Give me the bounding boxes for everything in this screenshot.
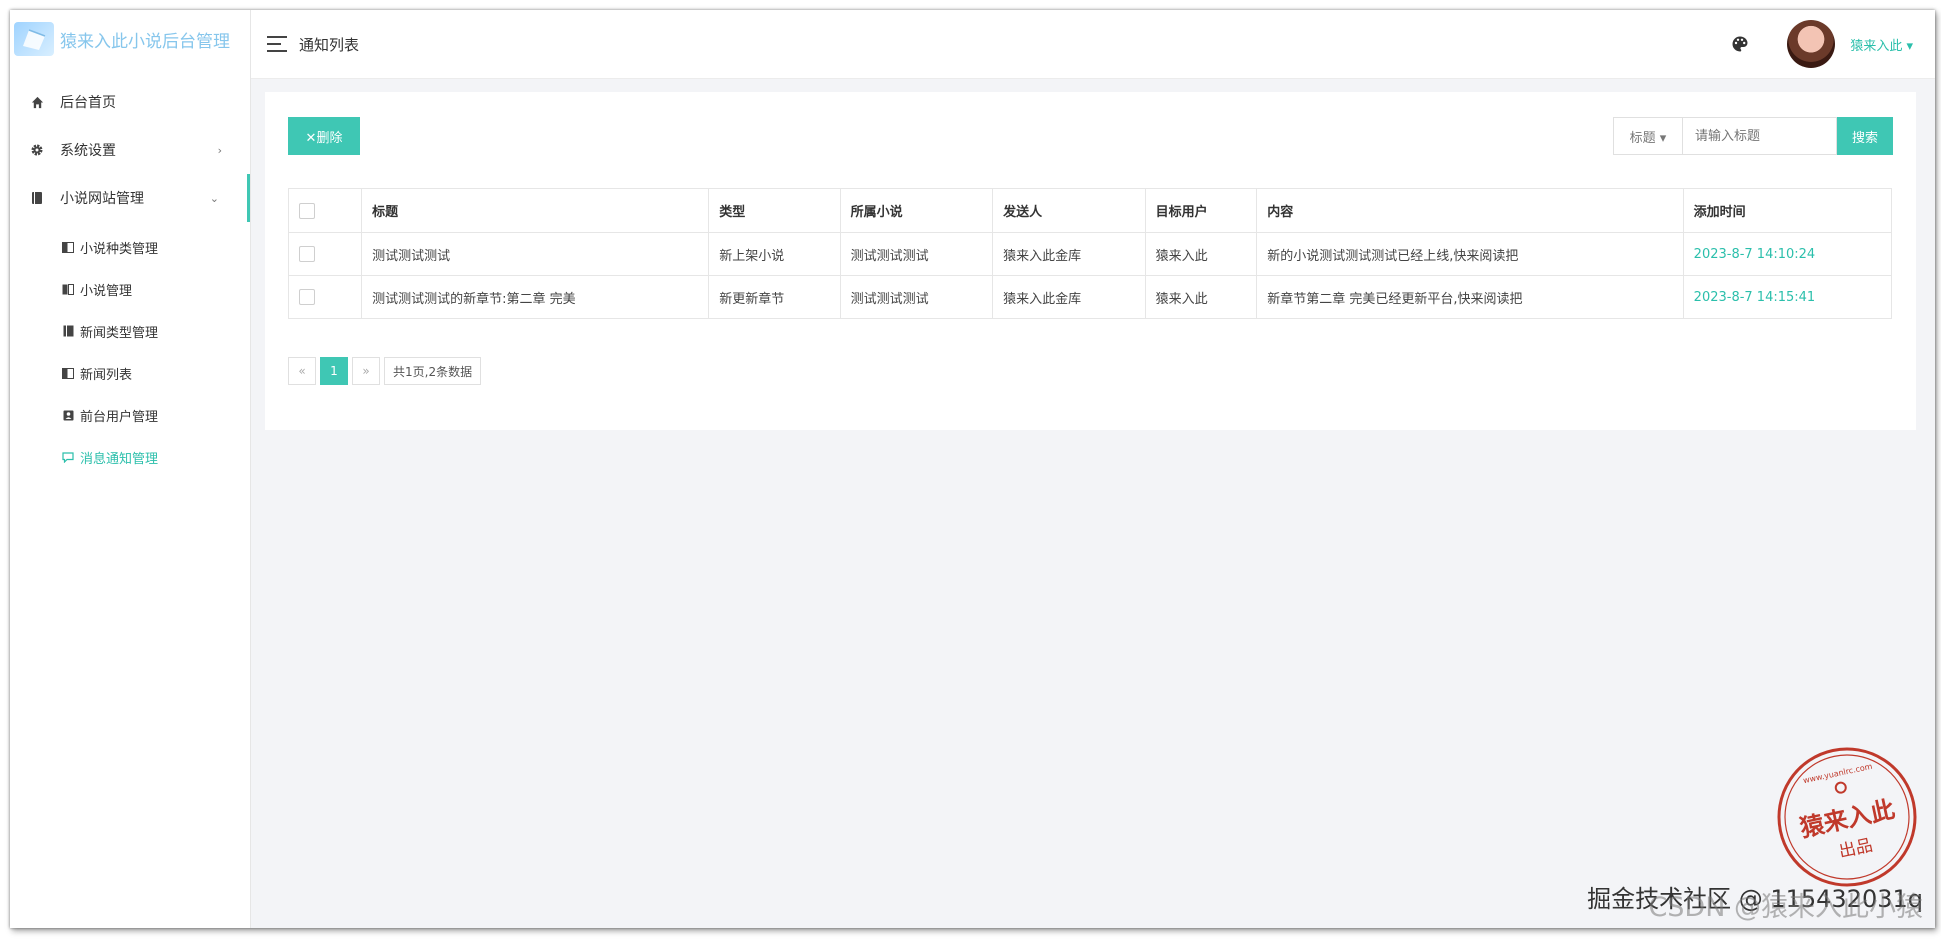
column-header: 类型 (708, 188, 841, 233)
column-header: 发送人 (992, 188, 1146, 233)
row-checkbox[interactable] (299, 289, 315, 305)
brand-stamp: www.yuanlrc.com 猿来入此 出品 (1777, 747, 1917, 887)
sidebar-item-label: 新闻类型管理 (80, 325, 159, 341)
prev-page-button[interactable]: « (288, 357, 316, 385)
sidebar-item-front-users[interactable]: 前台用户管理 (10, 394, 250, 436)
cell-time: 2023-8-7 14:15:41 (1682, 275, 1893, 319)
message-icon (62, 451, 74, 463)
row-checkbox[interactable] (299, 246, 315, 262)
cell-sender: 猿来入此金库 (992, 232, 1146, 276)
sidebar-item-label: 小说管理 (80, 283, 133, 299)
page-title: 通知列表 (299, 36, 360, 54)
sidebar-item-label: 小说网站管理 (60, 191, 144, 207)
column-header: 目标用户 (1144, 188, 1258, 233)
search-field-select[interactable]: 标题 ▾ (1613, 117, 1683, 155)
menu-toggle-icon[interactable] (267, 36, 287, 52)
category-icon (62, 241, 74, 253)
table-row[interactable]: 测试测试测试的新章节:第二章 完美 新更新章节 测试测试测试 猿来入此金库 猿来… (287, 275, 1893, 319)
sidebar-item-label: 消息通知管理 (80, 451, 159, 467)
select-all-checkbox[interactable] (299, 202, 315, 219)
column-header: 所属小说 (839, 188, 994, 233)
watermark-line-2: CSDN @猿来入此小猿 (1648, 892, 1923, 923)
search-group: 标题 ▾ 搜索 (1613, 117, 1893, 155)
sidebar-item-label: 前台用户管理 (80, 409, 159, 425)
logo-icon (14, 22, 54, 56)
cell-type: 新更新章节 (708, 275, 841, 319)
column-header: 添加时间 (1682, 188, 1893, 233)
sidebar-item-label: 小说种类管理 (80, 241, 159, 257)
novel-icon (62, 283, 74, 295)
home-icon (30, 95, 44, 109)
sidebar-item-notifications[interactable]: 消息通知管理 (10, 436, 250, 478)
cell-content: 新章节第二章 完美已经更新平台,快来阅读把 (1256, 275, 1684, 319)
row-select-cell (287, 232, 363, 276)
sidebar: 猿来入此小说后台管理 后台首页 系统设置 › 小说网站管理 ⌄ 小说种类管理 小… (10, 10, 251, 928)
cell-time: 2023-8-7 14:10:24 (1682, 232, 1893, 276)
row-select-cell (287, 275, 363, 319)
sidebar-item-label: 新闻列表 (80, 367, 133, 383)
sidebar-item-news-type[interactable]: 新闻类型管理 (10, 310, 250, 352)
sidebar-item-news-list[interactable]: 新闻列表 (10, 352, 250, 394)
notification-table: 标题 类型 所属小说 发送人 目标用户 内容 添加时间 测试测试测试 新上架小说… (287, 188, 1893, 319)
sidebar-item-label: 系统设置 (60, 143, 116, 159)
stamp-text: 猿来入此 (1796, 794, 1897, 843)
sidebar-item-label: 后台首页 (60, 95, 116, 111)
search-input[interactable] (1683, 117, 1837, 155)
cell-novel: 测试测试测试 (839, 232, 994, 276)
pagination: « 1 » 共1页,2条数据 (288, 357, 485, 385)
cell-novel: 测试测试测试 (839, 275, 994, 319)
pagination-info: 共1页,2条数据 (384, 357, 482, 385)
app-title: 猿来入此小说后台管理 (60, 31, 230, 52)
page-button-current[interactable]: 1 (320, 357, 348, 385)
cell-type: 新上架小说 (708, 232, 841, 276)
search-button[interactable]: 搜索 (1837, 117, 1893, 155)
app-window: 猿来入此小说后台管理 后台首页 系统设置 › 小说网站管理 ⌄ 小说种类管理 小… (10, 10, 1935, 928)
news-type-icon (62, 325, 74, 337)
cell-title: 测试测试测试 (361, 232, 710, 276)
column-header: 内容 (1256, 188, 1684, 233)
sidebar-item-novel-category[interactable]: 小说种类管理 (10, 226, 250, 268)
sidebar-item-novel[interactable]: 小说管理 (10, 268, 250, 310)
cell-sender: 猿来入此金库 (992, 275, 1146, 319)
avatar[interactable] (1787, 20, 1835, 68)
chevron-down-icon: ⌄ (209, 191, 219, 205)
table-row[interactable]: 测试测试测试 新上架小说 测试测试测试 猿来入此金库 猿来入此 新的小说测试测试… (287, 232, 1893, 276)
watermark: 掘金技术社区 @ 115432031q CSDN @猿来入此小猿 (1587, 879, 1923, 923)
column-header: 标题 (361, 188, 710, 233)
sidebar-submenu: 小说种类管理 小说管理 新闻类型管理 新闻列表 前台用户管理 消息通知管理 (10, 222, 250, 478)
palette-icon[interactable] (1731, 35, 1749, 53)
sidebar-item-novel-site[interactable]: 小说网站管理 ⌄ (10, 174, 250, 222)
chevron-right-icon: › (217, 143, 222, 157)
user-menu[interactable]: 猿来入此 ▾ (1850, 35, 1913, 54)
cell-content: 新的小说测试测试测试已经上线,快来阅读把 (1256, 232, 1684, 276)
stamp-subtext: 出品 (1837, 836, 1874, 863)
top-header: 通知列表 猿来入此 ▾ (251, 10, 1935, 79)
news-list-icon (62, 367, 74, 379)
delete-button[interactable]: ✕删除 (288, 117, 360, 155)
sidebar-item-home[interactable]: 后台首页 (10, 78, 250, 126)
user-card-icon (62, 409, 74, 421)
select-all-cell (287, 188, 363, 233)
sidebar-item-settings[interactable]: 系统设置 › (10, 126, 250, 174)
notification-list-panel: ✕删除 标题 ▾ 搜索 标题 类型 所属小说 发送人 目标用户 内容 添加时间 (265, 92, 1916, 430)
gear-icon (30, 143, 44, 157)
cell-target-user: 猿来入此 (1144, 275, 1258, 319)
sidebar-menu: 后台首页 系统设置 › 小说网站管理 ⌄ 小说种类管理 小说管理 新闻类型管理 … (10, 78, 250, 478)
table-header-row: 标题 类型 所属小说 发送人 目标用户 内容 添加时间 (287, 188, 1893, 233)
next-page-button[interactable]: » (352, 357, 380, 385)
book-icon (30, 191, 44, 205)
brand[interactable]: 猿来入此小说后台管理 (10, 10, 250, 68)
cell-title: 测试测试测试的新章节:第二章 完美 (361, 275, 710, 319)
cell-target-user: 猿来入此 (1144, 232, 1258, 276)
